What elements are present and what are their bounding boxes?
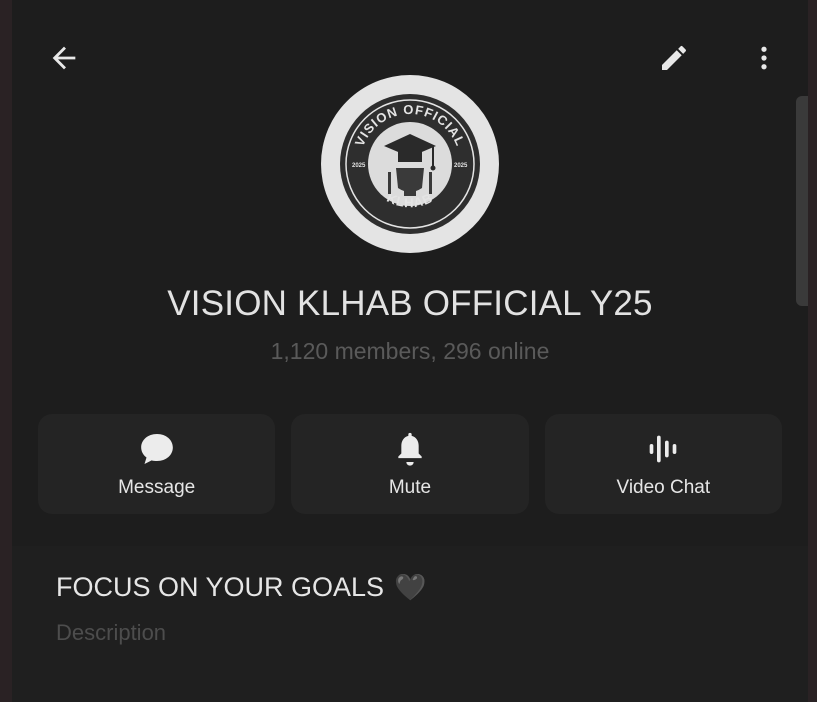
message-button[interactable]: Message <box>38 414 276 514</box>
description-row: FOCUS ON YOUR GOALS 🖤 <box>56 572 426 603</box>
description-section: FOCUS ON YOUR GOALS 🖤 Description <box>12 546 808 702</box>
scrollbar[interactable] <box>796 96 808 306</box>
arrow-left-icon <box>47 41 81 80</box>
group-member-status: 1,120 members, 296 online <box>270 338 550 364</box>
bell-icon <box>390 429 430 469</box>
group-name: VISION KLHAB OFFICIAL Y25 <box>167 284 653 323</box>
edit-button[interactable] <box>652 38 696 82</box>
black-heart-icon: 🖤 <box>394 572 427 602</box>
mute-label: Mute <box>388 477 432 498</box>
group-profile-screen: VISION OFFICIAL KLHAB 2025 2025 VISION K… <box>12 0 808 702</box>
video-chat-label: Video Chat <box>616 477 711 498</box>
back-button[interactable] <box>42 38 86 82</box>
chat-bubble-icon <box>137 429 177 469</box>
logo-right-year: 2025 <box>454 163 468 169</box>
voice-wave-icon <box>643 429 683 469</box>
video-chat-button[interactable]: Video Chat <box>544 414 782 514</box>
group-logo: VISION OFFICIAL KLHAB 2025 2025 <box>340 94 480 234</box>
more-options-button[interactable] <box>742 38 786 82</box>
mute-button[interactable]: Mute <box>291 414 529 514</box>
description-text: FOCUS ON YOUR GOALS <box>56 572 385 602</box>
group-avatar[interactable]: VISION OFFICIAL KLHAB 2025 2025 <box>321 75 499 253</box>
description-label: Description <box>56 620 167 645</box>
pencil-icon <box>658 42 690 79</box>
message-label: Message <box>118 477 196 498</box>
logo-left-year: 2025 <box>352 163 366 169</box>
more-vertical-icon <box>749 43 779 78</box>
action-buttons: Message Mute Video Chat <box>38 414 782 514</box>
